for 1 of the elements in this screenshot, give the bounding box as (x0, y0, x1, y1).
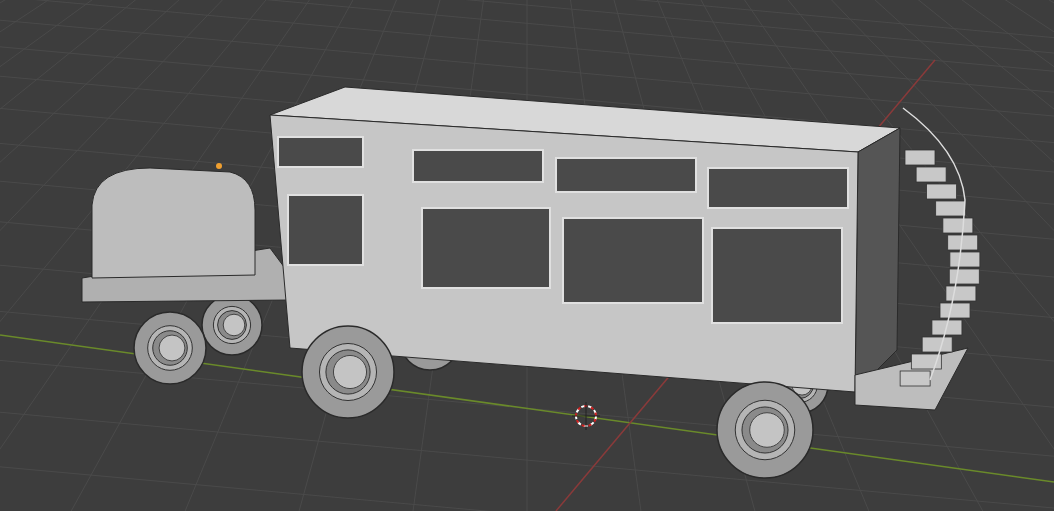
3d-cursor-icon[interactable] (571, 401, 601, 431)
